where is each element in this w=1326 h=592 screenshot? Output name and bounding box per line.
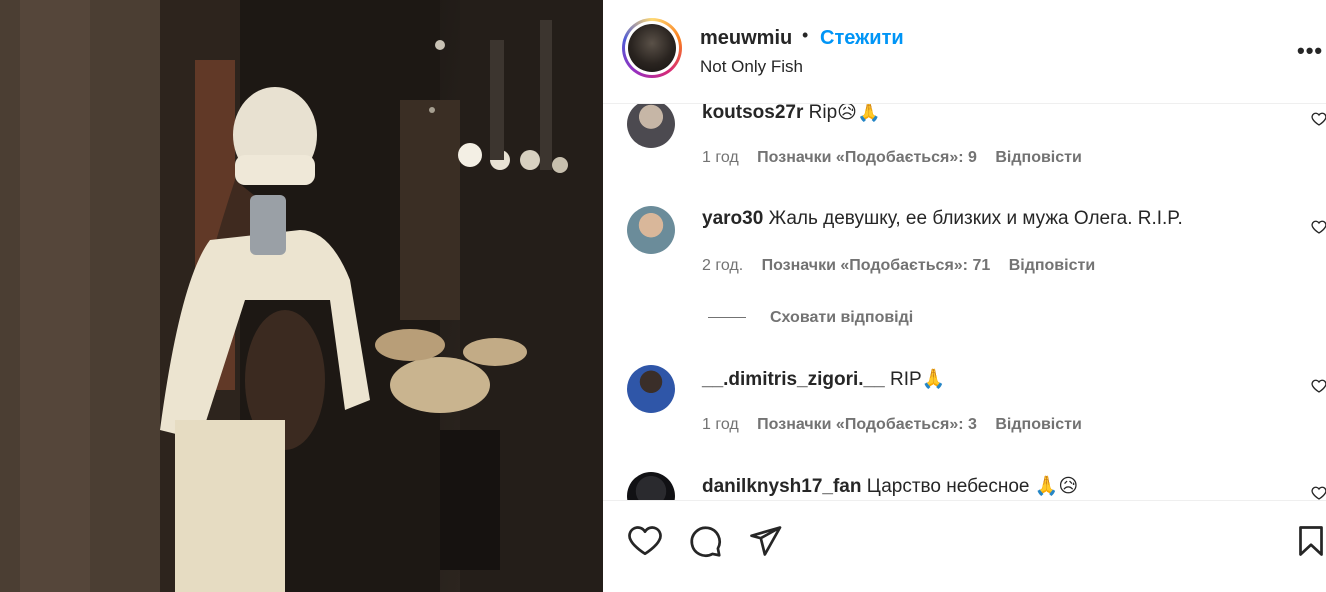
heart-icon[interactable] <box>1311 219 1326 235</box>
reply-button[interactable]: Відповісти <box>995 416 1081 433</box>
commenter-avatar[interactable] <box>627 206 675 254</box>
post-photo[interactable] <box>0 0 603 592</box>
comment-likes[interactable]: Позначки «Подобається»: 71 <box>762 257 991 274</box>
more-horizontal-icon[interactable]: ••• <box>1297 38 1323 64</box>
comment-time[interactable]: 1 год <box>702 416 739 433</box>
heart-icon[interactable] <box>1311 485 1326 500</box>
comments-list[interactable]: koutsos27r Rip😥🙏 1 год Позначки «Подобає… <box>603 104 1326 500</box>
comment-meta: 1 год Позначки «Подобається»: 9 Відповіс… <box>702 149 1096 167</box>
commenter-username[interactable]: __.dimitris_zigori.__ <box>702 369 885 390</box>
follow-button[interactable]: Стежити <box>820 27 904 50</box>
comment-body: Жаль девушку, ее близких и мужа Олега. R… <box>768 208 1183 229</box>
comment-body: Царство небесное 🙏😥 <box>866 476 1079 497</box>
avatar-image <box>628 24 676 72</box>
comment-text: yaro30 Жаль девушку, ее близких и мужа О… <box>702 208 1183 230</box>
author-avatar[interactable] <box>622 18 682 78</box>
header-separator: • <box>802 25 809 45</box>
post-actions <box>603 500 1326 592</box>
post-header: meuwmiu • Стежити Not Only Fish ••• <box>603 0 1326 104</box>
heart-icon[interactable] <box>1311 378 1326 394</box>
comment-time[interactable]: 1 год <box>702 149 739 166</box>
commenter-avatar[interactable] <box>627 472 675 500</box>
comment-meta: 1 год Позначки «Подобається»: 3 Відповіс… <box>702 416 1096 434</box>
comment-likes[interactable]: Позначки «Подобається»: 3 <box>757 416 977 433</box>
comment-text: __.dimitris_zigori.__ RIP🙏 <box>702 367 945 391</box>
share-icon[interactable] <box>747 523 783 559</box>
hide-replies-label: Сховати відповіді <box>770 309 914 326</box>
author-username[interactable]: meuwmiu <box>700 27 792 50</box>
post-panel: meuwmiu • Стежити Not Only Fish ••• kout… <box>603 0 1326 592</box>
commenter-username[interactable]: yaro30 <box>702 208 763 229</box>
reply-button[interactable]: Відповісти <box>995 149 1081 166</box>
comment-text: danilknysh17_fan Царство небесное 🙏😥 <box>702 474 1078 498</box>
post-location[interactable]: Not Only Fish <box>700 57 803 77</box>
photo-illustration <box>0 0 603 592</box>
comment-body: RIP🙏 <box>889 369 946 390</box>
comment-meta: 2 год. Позначки «Подобається»: 71 Відпов… <box>702 257 1109 275</box>
commenter-username[interactable]: danilknysh17_fan <box>702 476 861 497</box>
comment-text: koutsos27r Rip😥🙏 <box>702 104 881 124</box>
reply-button[interactable]: Відповісти <box>1009 257 1095 274</box>
hide-replies-line <box>708 317 746 319</box>
comment-likes[interactable]: Позначки «Подобається»: 9 <box>757 149 977 166</box>
commenter-avatar[interactable] <box>627 104 675 148</box>
heart-icon[interactable] <box>627 523 663 559</box>
bookmark-icon[interactable] <box>1293 523 1326 559</box>
comment-time[interactable]: 2 год. <box>702 257 743 274</box>
comment-icon[interactable] <box>687 523 723 559</box>
commenter-avatar[interactable] <box>627 365 675 413</box>
comment-body: Rip😥🙏 <box>808 104 881 123</box>
commenter-username[interactable]: koutsos27r <box>702 104 803 123</box>
hide-replies-button[interactable]: Сховати відповіді <box>708 309 913 327</box>
heart-icon[interactable] <box>1311 111 1326 127</box>
